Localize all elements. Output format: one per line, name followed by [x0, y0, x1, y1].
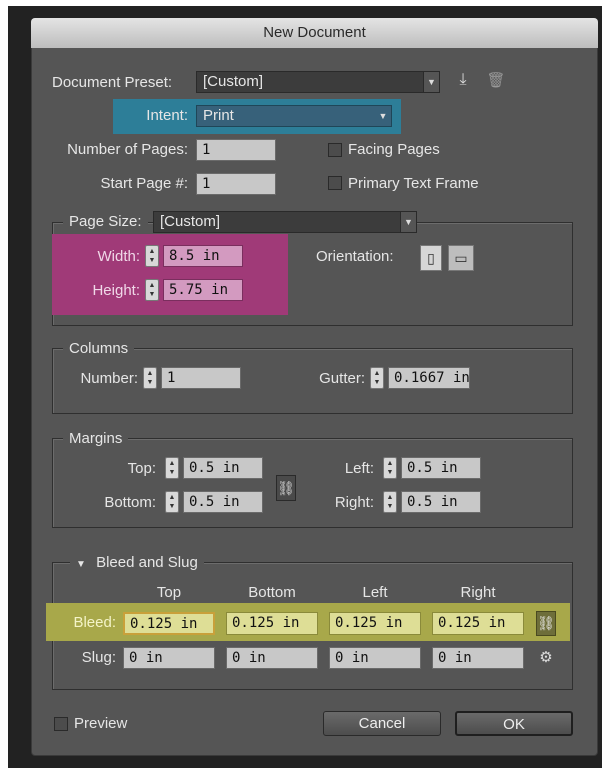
margin-top-stepper[interactable]: ▲ ▼: [165, 457, 179, 479]
margin-bottom-stepper[interactable]: ▲ ▼: [165, 491, 179, 513]
ok-button[interactable]: OK: [455, 711, 573, 736]
intent-label: Intent:: [146, 107, 188, 124]
bleed-slug-header[interactable]: ▼ Bleed and Slug: [70, 553, 204, 575]
preset-select[interactable]: [Custom] ▼: [196, 71, 440, 93]
portrait-icon[interactable]: ▯: [420, 245, 442, 271]
margin-bottom-label: Bottom:: [104, 494, 156, 511]
bleed-bottom-field[interactable]: 0.125 in: [226, 612, 318, 635]
page-size-label: Page Size:: [63, 212, 148, 232]
columns-number-field[interactable]: 1: [161, 367, 241, 389]
columns-number-stepper[interactable]: ▲ ▼: [143, 367, 157, 389]
height-field[interactable]: 5.75 in: [163, 279, 243, 301]
cancel-button[interactable]: Cancel: [323, 711, 441, 736]
preset-value: [Custom]: [203, 73, 264, 90]
orientation-label: Orientation:: [316, 248, 394, 265]
primary-text-frame-checkbox[interactable]: [328, 176, 342, 190]
slug-top-field[interactable]: 0 in: [123, 647, 215, 669]
gutter-label: Gutter:: [319, 370, 365, 387]
preset-label: Document Preset:: [52, 74, 173, 91]
link-slug-icon[interactable]: ⚙: [536, 647, 556, 669]
trash-icon[interactable]: 🗑: [486, 71, 506, 93]
margins-group: [52, 438, 573, 528]
number-of-pages-field[interactable]: 1: [196, 139, 276, 161]
margin-left-field[interactable]: 0.5 in: [401, 457, 481, 479]
disclosure-triangle-icon: ▼: [76, 559, 86, 570]
width-label: Width:: [97, 248, 140, 265]
margin-top-field[interactable]: 0.5 in: [183, 457, 263, 479]
chevron-down-icon: ▼: [400, 212, 416, 232]
slug-bottom-field[interactable]: 0 in: [226, 647, 318, 669]
save-preset-icon[interactable]: ⤓: [452, 71, 474, 93]
link-bleed-icon[interactable]: ⛓: [536, 611, 556, 636]
link-margins-icon[interactable]: ⛓: [276, 475, 296, 501]
margin-top-label: Top:: [127, 460, 156, 477]
slug-right-field[interactable]: 0 in: [432, 647, 524, 669]
col-header-left: Left: [362, 584, 388, 601]
intent-value: Print: [203, 107, 234, 124]
col-header-bottom: Bottom: [248, 584, 296, 601]
start-page-field[interactable]: 1: [196, 173, 276, 195]
landscape-icon[interactable]: ▭: [448, 245, 474, 271]
margins-title: Margins: [63, 429, 129, 449]
gutter-stepper[interactable]: ▲ ▼: [370, 367, 384, 389]
gutter-field[interactable]: 0.1667 in: [388, 367, 470, 389]
columns-title: Columns: [63, 339, 135, 359]
facing-pages-label: Facing Pages: [348, 141, 440, 158]
start-page-label: Start Page #:: [100, 175, 188, 192]
bleed-right-field[interactable]: 0.125 in: [432, 612, 524, 635]
preview-checkbox[interactable]: [54, 717, 68, 731]
number-of-pages-label: Number of Pages:: [67, 141, 188, 158]
margin-left-label: Left:: [344, 460, 374, 477]
margin-left-stepper[interactable]: ▲ ▼: [383, 457, 397, 479]
columns-number-label: Number:: [80, 370, 138, 387]
slug-label: Slug:: [81, 649, 116, 666]
preview-label: Preview: [74, 715, 128, 732]
width-stepper[interactable]: ▲ ▼: [145, 245, 159, 267]
facing-pages-checkbox[interactable]: [328, 143, 342, 157]
bleed-top-field[interactable]: 0.125 in: [123, 612, 215, 635]
col-header-top: Top: [156, 584, 182, 601]
bleed-slug-title: Bleed and Slug: [96, 554, 198, 571]
bleed-left-field[interactable]: 0.125 in: [329, 612, 421, 635]
intent-select[interactable]: Print ▼: [196, 105, 392, 127]
slug-left-field[interactable]: 0 in: [329, 647, 421, 669]
bleed-label: Bleed:: [73, 614, 116, 631]
col-header-right: Right: [460, 584, 496, 601]
height-stepper[interactable]: ▲ ▼: [145, 279, 159, 301]
height-label: Height:: [92, 282, 140, 299]
margin-right-stepper[interactable]: ▲ ▼: [383, 491, 397, 513]
page-size-value: [Custom]: [160, 213, 221, 230]
page-size-select[interactable]: [Custom] ▼: [153, 211, 417, 233]
chevron-down-icon: ▼: [423, 72, 439, 92]
window-title: New Document: [31, 18, 598, 48]
margin-right-field[interactable]: 0.5 in: [401, 491, 481, 513]
margin-bottom-field[interactable]: 0.5 in: [183, 491, 263, 513]
primary-text-frame-label: Primary Text Frame: [348, 175, 479, 192]
chevron-down-icon: ▼: [375, 106, 391, 126]
width-field[interactable]: 8.5 in: [163, 245, 243, 267]
margin-right-label: Right:: [334, 494, 374, 511]
